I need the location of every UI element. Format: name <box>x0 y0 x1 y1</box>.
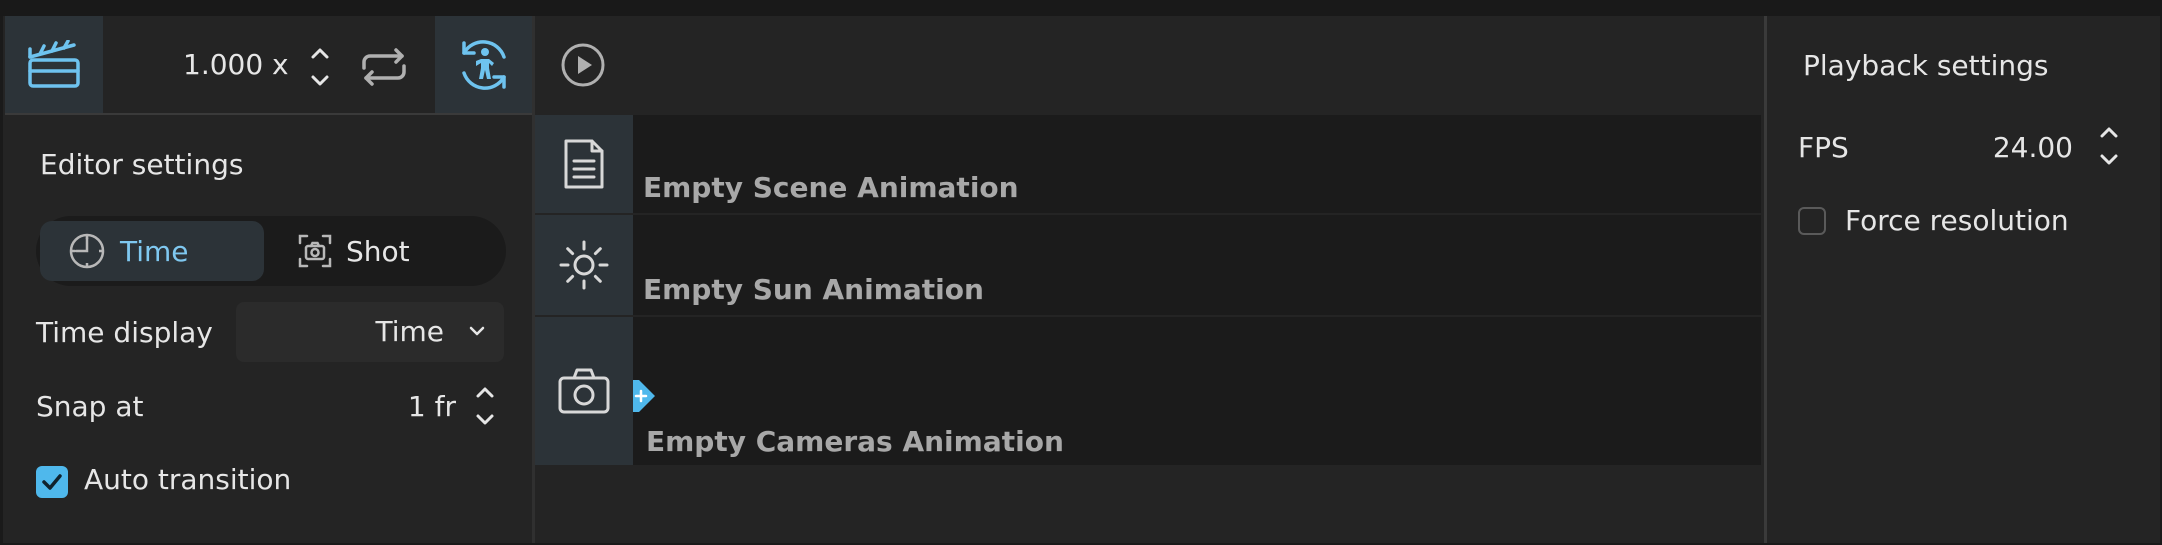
fps-label: FPS <box>1798 131 1849 164</box>
clapperboard-icon <box>28 39 80 88</box>
force-resolution-label: Force resolution <box>1845 204 2069 237</box>
chevron-down-icon <box>469 326 485 336</box>
window-top-strip <box>0 0 2162 16</box>
toolbar-divider <box>5 113 532 115</box>
time-display-value: Time <box>375 315 444 348</box>
check-icon <box>42 474 62 490</box>
track-name: Empty Cameras Animation <box>646 425 1064 458</box>
right-panel-divider[interactable] <box>1764 16 1767 543</box>
speed-stepper-icon[interactable] <box>306 42 334 92</box>
track-name: Empty Scene Animation <box>643 171 1019 204</box>
time-display-select[interactable]: Time <box>236 302 504 362</box>
camera-icon <box>558 368 610 414</box>
track-icon-sun[interactable] <box>535 215 633 315</box>
segment-shot-label: Shot <box>346 234 410 268</box>
sun-icon <box>559 240 609 290</box>
clapperboard-button[interactable] <box>5 16 103 113</box>
document-icon <box>564 139 604 189</box>
time-display-label: Time display <box>36 316 213 349</box>
playback-speed-control: 1.000 x <box>103 16 435 113</box>
snap-at-value[interactable]: 1 fr <box>380 390 456 423</box>
track-icon-scene[interactable] <box>535 115 633 213</box>
segment-shot[interactable]: Shot <box>298 221 498 281</box>
playback-settings-title: Playback settings <box>1803 49 2049 82</box>
person-refresh-icon <box>461 39 506 90</box>
track-row[interactable]: Empty Cameras Animation <box>633 317 1761 465</box>
play-circle-icon <box>561 43 604 86</box>
play-button[interactable] <box>535 16 630 113</box>
track-icon-cameras[interactable] <box>535 317 633 465</box>
track-row[interactable]: Empty Sun Animation <box>633 215 1761 315</box>
segment-time[interactable]: Time <box>40 221 264 281</box>
retarget-button[interactable] <box>435 16 532 113</box>
fps-stepper-icon[interactable] <box>2096 122 2122 170</box>
fps-value[interactable]: 24.00 <box>1960 131 2073 164</box>
clock-icon <box>69 233 105 269</box>
segment-time-label: Time <box>120 234 189 268</box>
camera-frame-icon <box>298 234 332 268</box>
add-keyframe-icon[interactable] <box>633 380 657 412</box>
track-row[interactable]: Empty Scene Animation <box>633 115 1761 213</box>
snap-at-label: Snap at <box>36 390 144 423</box>
snap-stepper-icon[interactable] <box>472 382 498 430</box>
editor-settings-title: Editor settings <box>40 148 244 181</box>
loop-icon[interactable] <box>356 42 412 92</box>
time-shot-segmented-control: Time Shot <box>36 216 506 286</box>
auto-transition-checkbox[interactable] <box>36 466 68 498</box>
auto-transition-label: Auto transition <box>84 463 292 496</box>
track-name: Empty Sun Animation <box>643 273 984 306</box>
force-resolution-checkbox[interactable] <box>1798 207 1826 235</box>
